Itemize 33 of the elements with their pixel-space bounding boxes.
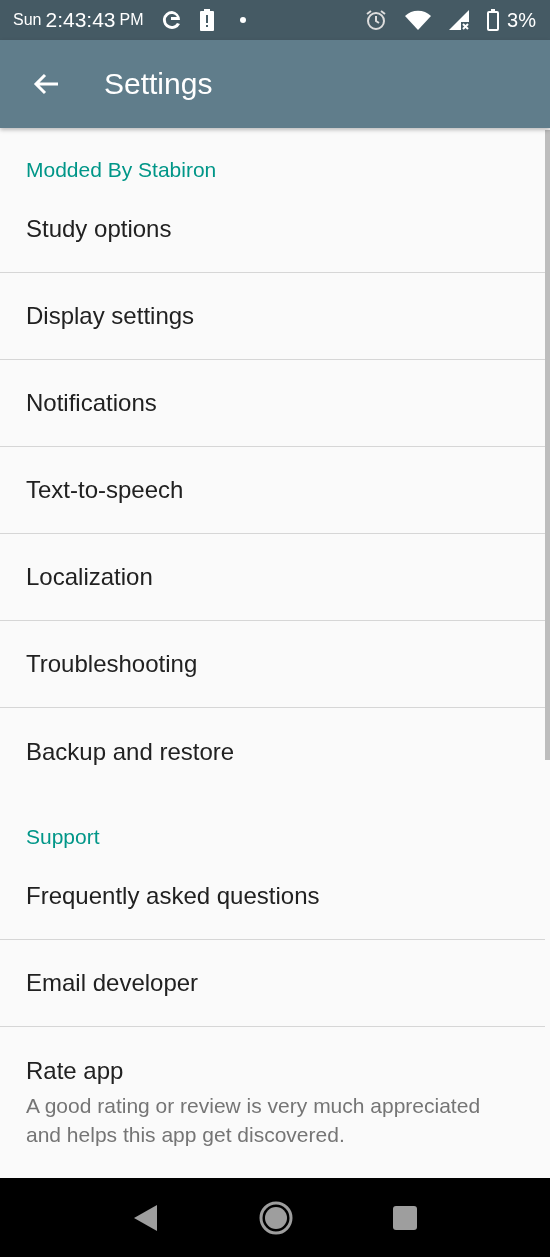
settings-item[interactable]: Email developer (0, 940, 545, 1027)
settings-item[interactable]: Frequently asked questions (0, 853, 545, 940)
status-day: Sun (13, 11, 42, 29)
item-title: Rate app (26, 1057, 125, 1085)
item-title: Localization (26, 563, 154, 591)
item-title: Notifications (26, 389, 158, 417)
notification-dot-icon (239, 17, 246, 23)
app-bar-title: Settings (104, 67, 213, 101)
item-title: Text-to-speech (26, 476, 185, 504)
back-icon[interactable] (133, 1203, 159, 1232)
item-title: Troubleshooting (26, 650, 199, 678)
battery-icon (487, 9, 500, 31)
item-title: Frequently asked questions (26, 882, 321, 910)
section-header: Support (25, 824, 101, 850)
item-title: Backup and restore (26, 737, 236, 766)
item-title: Display settings (26, 302, 196, 330)
item-summary: A good rating or review is very much appreciated and helps this app get discovered. (26, 1093, 482, 1148)
item-title: Email developer (26, 969, 200, 997)
no-signal-icon (449, 10, 470, 30)
app-notification-icon (161, 10, 182, 30)
alarm-icon (365, 9, 388, 31)
battery-alert-icon (199, 9, 214, 31)
battery-percent: 3% (507, 8, 536, 32)
back-arrow-icon[interactable] (32, 72, 60, 96)
section-header: Modded By Stabiron (25, 157, 218, 183)
recents-icon[interactable] (393, 1205, 417, 1230)
wifi-icon (405, 10, 432, 30)
settings-item[interactable]: Rate app A good rating or review is very much appreciated and helps this app get discovered. (0, 1027, 545, 1174)
settings-item[interactable]: Backup and restore (0, 708, 545, 795)
status-time: 2:43:43 (45, 8, 116, 32)
status-meridiem: PM (119, 11, 144, 29)
item-title: Study options (26, 215, 173, 243)
home-icon[interactable] (259, 1200, 293, 1235)
